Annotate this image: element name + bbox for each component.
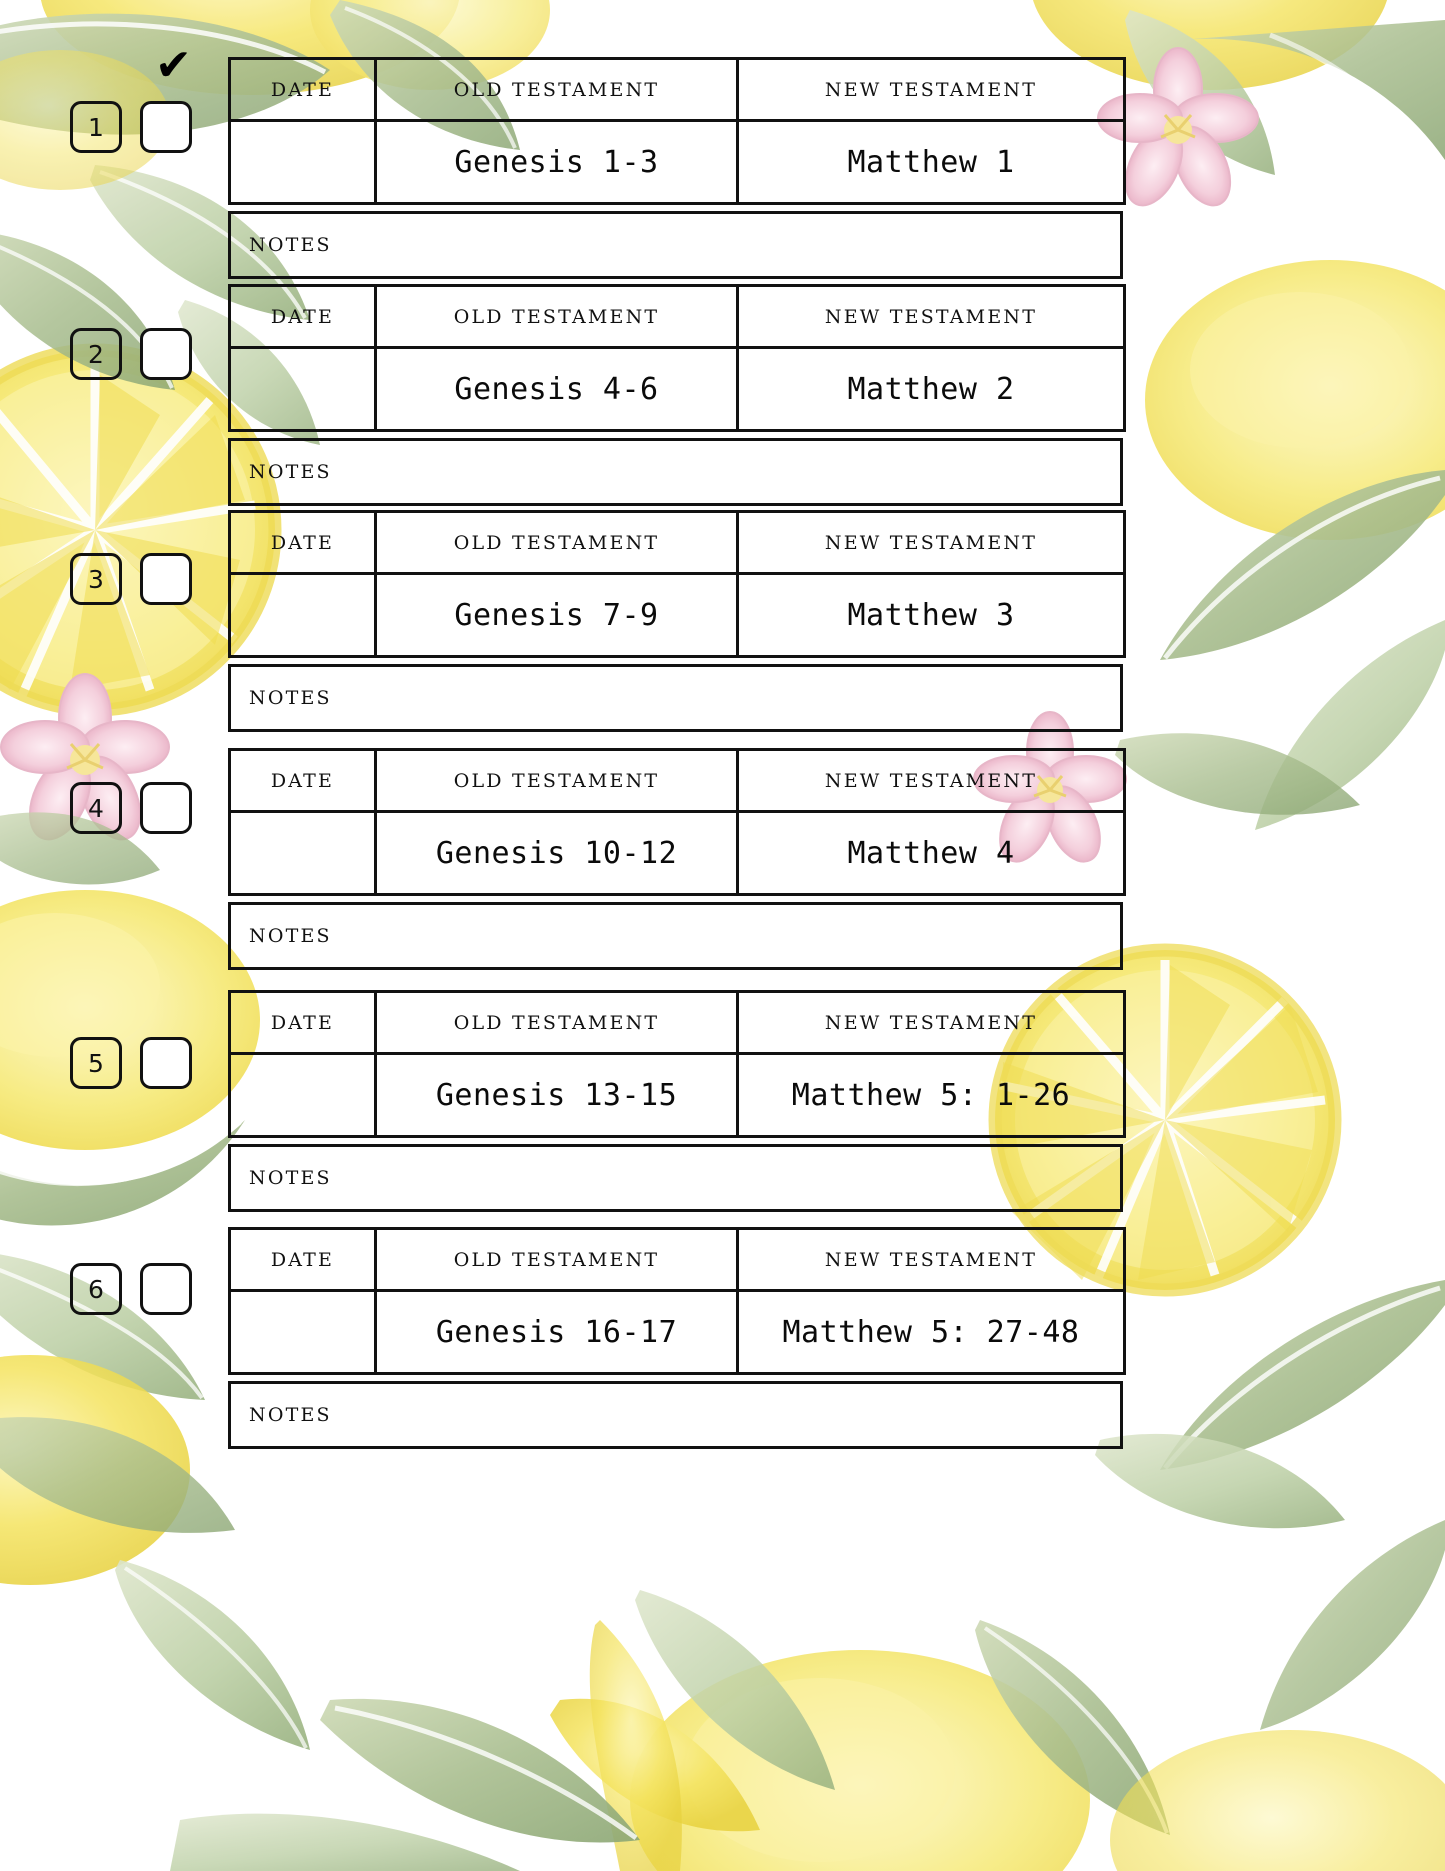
old-testament-value-4: Genesis 10-12: [374, 810, 739, 896]
day-tracker-row-1: 1: [0, 101, 228, 153]
reading-plan-page: ✔ 1 2 3 4 5 6 DATE OLD TESTAMENT NEW TES…: [0, 0, 1445, 1871]
day-checkbox-4[interactable]: [140, 782, 192, 834]
notes-label-3: NOTES: [249, 687, 332, 709]
date-field-5[interactable]: [228, 1052, 377, 1138]
table-row: Genesis 10-12 Matthew 4: [228, 810, 1126, 896]
table-header-row: DATE OLD TESTAMENT NEW TESTAMENT: [228, 284, 1126, 349]
day-tracker-row-6: 6: [0, 1263, 228, 1315]
header-new-testament-5: NEW TESTAMENT: [736, 990, 1126, 1055]
header-new-testament-1: NEW TESTAMENT: [736, 57, 1126, 122]
reading-entry-4: DATE OLD TESTAMENT NEW TESTAMENT Genesis…: [228, 748, 1126, 970]
header-old-testament-1: OLD TESTAMENT: [374, 57, 739, 122]
table-row: Genesis 1-3 Matthew 1: [228, 119, 1126, 205]
new-testament-value-4: Matthew 4: [736, 810, 1126, 896]
notes-label-4: NOTES: [249, 925, 332, 947]
table-header-row: DATE OLD TESTAMENT NEW TESTAMENT: [228, 510, 1126, 575]
date-field-6[interactable]: [228, 1289, 377, 1375]
header-date-1: DATE: [228, 57, 377, 122]
notes-field-6[interactable]: NOTES: [228, 1381, 1123, 1449]
day-checkbox-2[interactable]: [140, 328, 192, 380]
header-old-testament-2: OLD TESTAMENT: [374, 284, 739, 349]
day-tracker-row-2: 2: [0, 328, 228, 380]
day-checkbox-6[interactable]: [140, 1263, 192, 1315]
table-row: Genesis 4-6 Matthew 2: [228, 346, 1126, 432]
notes-field-2[interactable]: NOTES: [228, 438, 1123, 506]
entry-table-1: DATE OLD TESTAMENT NEW TESTAMENT Genesis…: [228, 57, 1126, 205]
notes-label-6: NOTES: [249, 1404, 332, 1426]
day-tracker-rail: ✔ 1 2 3 4 5 6: [0, 0, 228, 1871]
header-date-2: DATE: [228, 284, 377, 349]
table-row: Genesis 16-17 Matthew 5: 27-48: [228, 1289, 1126, 1375]
entry-table-2: DATE OLD TESTAMENT NEW TESTAMENT Genesis…: [228, 284, 1126, 432]
new-testament-value-1: Matthew 1: [736, 119, 1126, 205]
day-number-4: 4: [70, 782, 122, 834]
date-field-4[interactable]: [228, 810, 377, 896]
notes-field-4[interactable]: NOTES: [228, 902, 1123, 970]
day-number-1: 1: [70, 101, 122, 153]
notes-label-1: NOTES: [249, 234, 332, 256]
header-new-testament-3: NEW TESTAMENT: [736, 510, 1126, 575]
header-new-testament-4: NEW TESTAMENT: [736, 748, 1126, 813]
entry-table-4: DATE OLD TESTAMENT NEW TESTAMENT Genesis…: [228, 748, 1126, 896]
notes-label-5: NOTES: [249, 1167, 332, 1189]
day-tracker-row-3: 3: [0, 553, 228, 605]
day-checkbox-3[interactable]: [140, 553, 192, 605]
new-testament-value-3: Matthew 3: [736, 572, 1126, 658]
day-tracker-row-4: 4: [0, 782, 228, 834]
notes-field-1[interactable]: NOTES: [228, 211, 1123, 279]
notes-label-2: NOTES: [249, 461, 332, 483]
header-date-4: DATE: [228, 748, 377, 813]
checkmark-icon: ✔: [155, 40, 192, 91]
day-checkbox-1[interactable]: [140, 101, 192, 153]
header-new-testament-6: NEW TESTAMENT: [736, 1227, 1126, 1292]
header-old-testament-5: OLD TESTAMENT: [374, 990, 739, 1055]
old-testament-value-3: Genesis 7-9: [374, 572, 739, 658]
old-testament-value-1: Genesis 1-3: [374, 119, 739, 205]
header-date-6: DATE: [228, 1227, 377, 1292]
day-number-3: 3: [70, 553, 122, 605]
date-field-2[interactable]: [228, 346, 377, 432]
notes-field-5[interactable]: NOTES: [228, 1144, 1123, 1212]
table-row: Genesis 13-15 Matthew 5: 1-26: [228, 1052, 1126, 1138]
new-testament-value-5: Matthew 5: 1-26: [736, 1052, 1126, 1138]
header-date-3: DATE: [228, 510, 377, 575]
date-field-3[interactable]: [228, 572, 377, 658]
header-date-5: DATE: [228, 990, 377, 1055]
entry-table-5: DATE OLD TESTAMENT NEW TESTAMENT Genesis…: [228, 990, 1126, 1138]
day-number-6: 6: [70, 1263, 122, 1315]
table-header-row: DATE OLD TESTAMENT NEW TESTAMENT: [228, 1227, 1126, 1292]
day-number-5: 5: [70, 1037, 122, 1089]
header-old-testament-6: OLD TESTAMENT: [374, 1227, 739, 1292]
reading-entry-6: DATE OLD TESTAMENT NEW TESTAMENT Genesis…: [228, 1227, 1126, 1449]
reading-entry-5: DATE OLD TESTAMENT NEW TESTAMENT Genesis…: [228, 990, 1126, 1212]
notes-field-3[interactable]: NOTES: [228, 664, 1123, 732]
date-field-1[interactable]: [228, 119, 377, 205]
table-header-row: DATE OLD TESTAMENT NEW TESTAMENT: [228, 57, 1126, 122]
table-header-row: DATE OLD TESTAMENT NEW TESTAMENT: [228, 990, 1126, 1055]
day-checkbox-5[interactable]: [140, 1037, 192, 1089]
reading-entry-3: DATE OLD TESTAMENT NEW TESTAMENT Genesis…: [228, 510, 1126, 732]
new-testament-value-6: Matthew 5: 27-48: [736, 1289, 1126, 1375]
header-old-testament-4: OLD TESTAMENT: [374, 748, 739, 813]
day-tracker-row-5: 5: [0, 1037, 228, 1089]
table-row: Genesis 7-9 Matthew 3: [228, 572, 1126, 658]
header-new-testament-2: NEW TESTAMENT: [736, 284, 1126, 349]
day-number-2: 2: [70, 328, 122, 380]
entry-table-3: DATE OLD TESTAMENT NEW TESTAMENT Genesis…: [228, 510, 1126, 658]
new-testament-value-2: Matthew 2: [736, 346, 1126, 432]
old-testament-value-5: Genesis 13-15: [374, 1052, 739, 1138]
reading-entry-1: DATE OLD TESTAMENT NEW TESTAMENT Genesis…: [228, 57, 1126, 279]
old-testament-value-2: Genesis 4-6: [374, 346, 739, 432]
entry-table-6: DATE OLD TESTAMENT NEW TESTAMENT Genesis…: [228, 1227, 1126, 1375]
reading-entry-2: DATE OLD TESTAMENT NEW TESTAMENT Genesis…: [228, 284, 1126, 506]
header-old-testament-3: OLD TESTAMENT: [374, 510, 739, 575]
table-header-row: DATE OLD TESTAMENT NEW TESTAMENT: [228, 748, 1126, 813]
old-testament-value-6: Genesis 16-17: [374, 1289, 739, 1375]
